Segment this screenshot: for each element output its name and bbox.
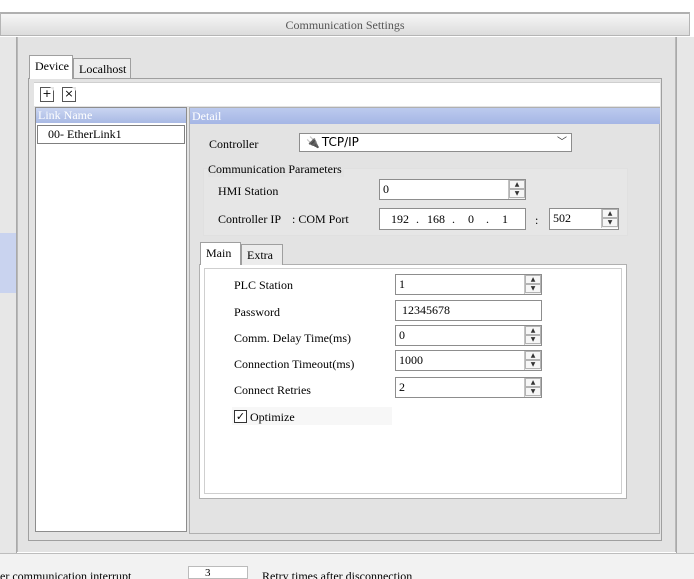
tab-device[interactable]: Device: [29, 55, 73, 79]
spin-down-icon[interactable]: ▼: [602, 218, 618, 227]
com-port-input[interactable]: 502 ▲ ▼: [549, 208, 619, 230]
hmi-station-stepper[interactable]: ▲ ▼: [508, 180, 525, 199]
link-toolbar: [34, 82, 660, 106]
background-left-selection: [0, 233, 17, 293]
interrupt-setting-label: er communication interrupt: [0, 569, 132, 579]
spin-up-icon[interactable]: ▲: [525, 326, 541, 335]
comm-group-label: Communication Parameters: [208, 161, 344, 177]
connect-retries-stepper[interactable]: ▲ ▼: [524, 378, 541, 397]
password-value: 12345678: [402, 303, 450, 317]
background-left-panel: [0, 37, 17, 553]
connection-timeout-value: 1000: [399, 353, 423, 367]
com-port-value: 502: [553, 211, 571, 225]
add-link-icon[interactable]: +: [40, 87, 54, 102]
ip-octet-1[interactable]: 192: [391, 209, 409, 229]
controller-ip-label: Controller IP: [218, 212, 281, 226]
controller-value: TCP/IP: [321, 135, 359, 149]
connect-retries-input[interactable]: 2 ▲ ▼: [395, 377, 542, 398]
controller-label: Controller: [209, 137, 259, 151]
ip-octet-4[interactable]: 1: [502, 209, 508, 229]
spin-up-icon[interactable]: ▲: [525, 275, 541, 284]
chevron-down-icon[interactable]: ﹀: [557, 134, 567, 151]
plc-station-stepper[interactable]: ▲ ▼: [524, 275, 541, 294]
detail-header: Detail: [190, 108, 660, 124]
port-separator: :: [535, 213, 539, 227]
comm-delay-label: Comm. Delay Time(ms): [234, 331, 352, 345]
tab-main-label: Main: [206, 246, 232, 260]
tab-main[interactable]: Main: [200, 242, 241, 265]
delete-link-icon[interactable]: ×: [62, 87, 76, 102]
plc-station-input[interactable]: 1 ▲ ▼: [395, 274, 542, 295]
connect-retries-value: 2: [399, 380, 405, 394]
background-right-panel: [676, 37, 694, 553]
connect-retries-label: Connect Retries: [234, 383, 311, 397]
optimize-label: Optimize: [250, 410, 295, 424]
plc-station-value: 1: [399, 277, 405, 291]
tab-extra[interactable]: Extra: [241, 244, 283, 265]
spin-down-icon[interactable]: ▼: [525, 387, 541, 396]
plug-icon: 🔌: [306, 136, 320, 149]
tab-localhost[interactable]: Localhost: [73, 58, 131, 78]
controller-select[interactable]: 🔌 TCP/IP ﹀: [299, 133, 572, 152]
controller-ip-input[interactable]: 192 . 168 . 0 . 1: [379, 208, 526, 230]
dialog-title-bar: Communication Settings: [0, 12, 690, 36]
retry-times-value: 3: [205, 567, 211, 579]
tab-localhost-label: Localhost: [79, 62, 127, 76]
retry-times-label: Retry times after disconnection: [262, 569, 413, 579]
com-port-label: : COM Port: [292, 212, 349, 226]
spin-down-icon[interactable]: ▼: [525, 360, 541, 369]
retry-times-stepper[interactable]: 3: [188, 566, 248, 579]
tab-extra-label: Extra: [247, 248, 273, 262]
spin-down-icon[interactable]: ▼: [525, 284, 541, 293]
comm-delay-input[interactable]: 0 ▲ ▼: [395, 325, 542, 346]
hmi-station-value: 0: [383, 182, 389, 196]
spin-up-icon[interactable]: ▲: [525, 351, 541, 360]
password-input[interactable]: 12345678: [395, 300, 542, 321]
comm-delay-value: 0: [399, 328, 405, 342]
spin-up-icon[interactable]: ▲: [525, 378, 541, 387]
window-top-strip: [0, 0, 694, 12]
hmi-station-input[interactable]: 0 ▲ ▼: [379, 179, 526, 200]
connection-timeout-input[interactable]: 1000 ▲ ▼: [395, 350, 542, 371]
com-port-stepper[interactable]: ▲ ▼: [601, 209, 618, 228]
connection-timeout-label: Connection Timeout(ms): [234, 357, 355, 371]
list-item[interactable]: 00- EtherLink1: [37, 125, 185, 144]
ip-dot: .: [452, 212, 455, 226]
ip-dot: .: [416, 212, 419, 226]
link-list: [35, 107, 187, 532]
spin-down-icon[interactable]: ▼: [525, 335, 541, 344]
ip-octet-3[interactable]: 0: [468, 209, 474, 229]
ip-dot: .: [486, 212, 489, 226]
hmi-station-label: HMI Station: [218, 184, 279, 198]
check-icon: ✓: [235, 410, 246, 423]
comm-delay-stepper[interactable]: ▲ ▼: [524, 326, 541, 345]
password-label: Password: [234, 305, 281, 319]
optimize-checkbox[interactable]: ✓: [234, 410, 247, 423]
spin-down-icon[interactable]: ▼: [509, 189, 525, 198]
plc-station-label: PLC Station: [234, 278, 294, 292]
tab-device-label: Device: [35, 59, 69, 73]
ip-octet-2[interactable]: 168: [427, 209, 445, 229]
spin-up-icon[interactable]: ▲: [602, 209, 618, 218]
dialog-title: Communication Settings: [285, 18, 405, 32]
spin-up-icon[interactable]: ▲: [509, 180, 525, 189]
connection-timeout-stepper[interactable]: ▲ ▼: [524, 351, 541, 370]
link-list-header: Link Name: [36, 108, 186, 123]
